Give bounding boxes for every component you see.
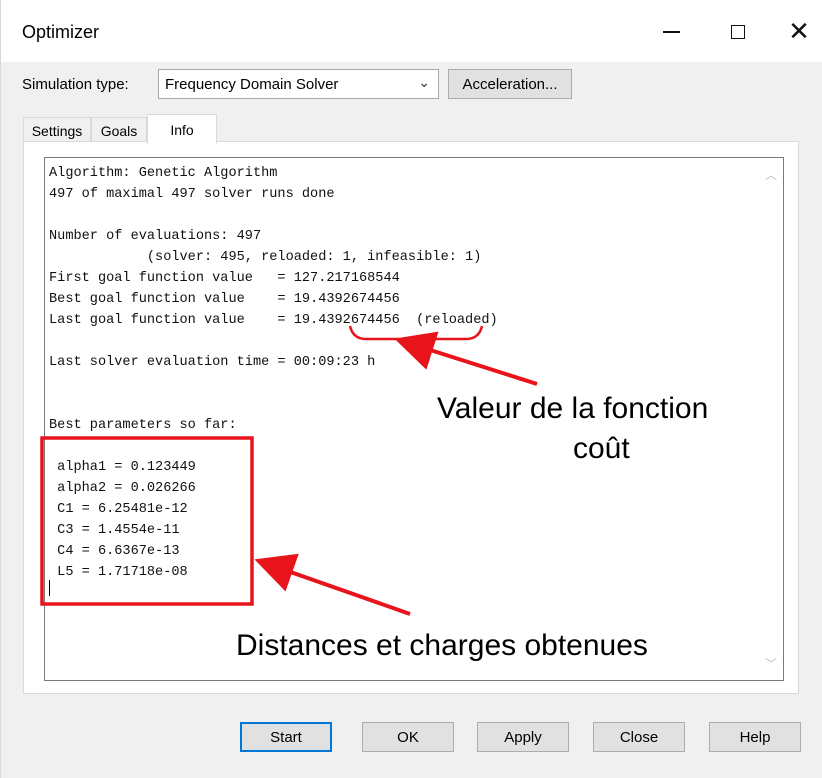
tab-info[interactable]: Info <box>147 114 217 144</box>
close-button-label: Close <box>619 728 659 746</box>
window-title: Optimizer <box>22 22 100 42</box>
start-button-label: Start <box>270 728 302 746</box>
param-c4: C4 = 6.6367e-13 <box>49 544 180 559</box>
apply-button[interactable]: Apply <box>477 722 569 752</box>
param-alpha1: alpha1 = 0.123449 <box>49 460 196 475</box>
param-alpha2: alpha2 = 0.026266 <box>49 481 196 496</box>
tab-info-label: Info <box>170 121 194 138</box>
tab-settings[interactable]: Settings <box>23 117 91 143</box>
cost-annotation-line1: Valeur de la fonction <box>437 392 709 425</box>
maximize-icon <box>731 25 745 39</box>
cost-annotation-line2: coût <box>573 432 630 465</box>
text-caret <box>49 580 50 596</box>
close-window-button[interactable]: ✕ <box>779 14 819 50</box>
help-button[interactable]: Help <box>709 722 801 752</box>
scroll-up-icon[interactable]: ︿ <box>765 166 777 183</box>
ok-button-label: OK <box>397 728 419 746</box>
minimize-icon <box>662 31 680 33</box>
close-icon: ✕ <box>788 17 810 47</box>
tab-goals[interactable]: Goals <box>91 117 147 143</box>
acceleration-button-label: Acceleration... <box>462 75 558 93</box>
info-line-eval-time: Last solver evaluation time = 00:09:23 h <box>49 355 376 370</box>
simulation-type-select[interactable]: Frequency Domain Solver ⌄ <box>158 69 439 99</box>
simulation-type-value: Frequency Domain Solver <box>165 76 339 93</box>
info-line-last-goal: Last goal function value = 19.4392674456… <box>49 313 498 328</box>
title-bar: Optimizer ✕ <box>1 0 822 62</box>
tab-goals-label: Goals <box>100 122 138 139</box>
close-button[interactable]: Close <box>593 722 685 752</box>
simulation-type-label: Simulation type: <box>22 76 129 93</box>
info-line-evaluations: Number of evaluations: 497 <box>49 229 262 244</box>
maximize-button[interactable] <box>718 14 758 50</box>
info-line-algorithm: Algorithm: Genetic Algorithm <box>49 166 278 181</box>
chevron-down-icon: ⌄ <box>418 75 430 91</box>
apply-button-label: Apply <box>504 728 542 746</box>
start-button[interactable]: Start <box>240 722 332 752</box>
param-c1: C1 = 6.25481e-12 <box>49 502 188 517</box>
scroll-down-icon[interactable]: ﹀ <box>765 655 777 672</box>
param-l5: L5 = 1.71718e-08 <box>49 565 188 580</box>
info-line-runs: 497 of maximal 497 solver runs done <box>49 187 335 202</box>
info-line-best-goal: Best goal function value = 19.4392674456 <box>49 292 400 307</box>
info-line-best-params-heading: Best parameters so far: <box>49 418 237 433</box>
ok-button[interactable]: OK <box>362 722 454 752</box>
acceleration-button[interactable]: Acceleration... <box>448 69 572 99</box>
help-button-label: Help <box>739 728 771 746</box>
param-c3: C3 = 1.4554e-11 <box>49 523 180 538</box>
info-line-first-goal: First goal function value = 127.21716854… <box>49 271 400 286</box>
vertical-scrollbar[interactable]: ︿ ﹀ <box>759 158 783 680</box>
params-annotation: Distances et charges obtenues <box>236 629 648 662</box>
tab-settings-label: Settings <box>31 122 83 139</box>
minimize-button[interactable] <box>651 14 691 50</box>
info-line-evaluation-breakdown: (solver: 495, reloaded: 1, infeasible: 1… <box>49 250 482 265</box>
